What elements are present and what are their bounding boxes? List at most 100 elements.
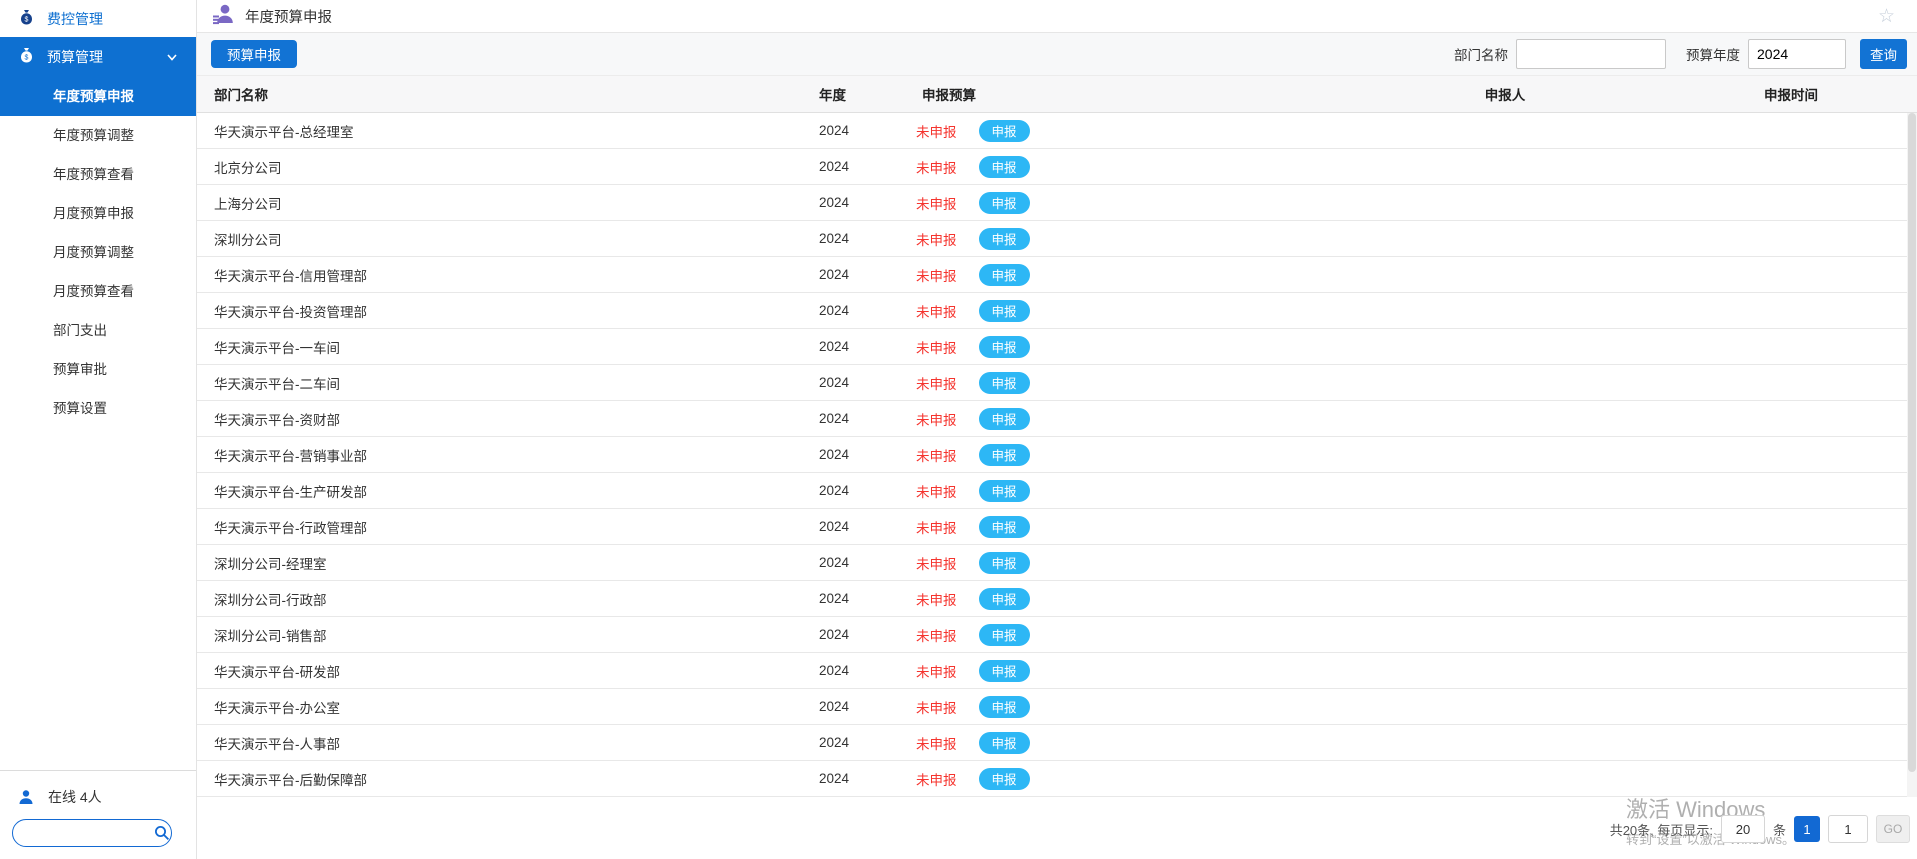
cell-year: 2024 bbox=[819, 699, 850, 714]
sidebar-submenu-item[interactable]: 月度预算调整 bbox=[0, 233, 196, 272]
online-count: 4人 bbox=[79, 789, 102, 805]
go-button[interactable]: GO bbox=[1876, 815, 1910, 843]
cell-dept-name: 华天演示平台-资财部 bbox=[214, 412, 340, 428]
declare-row-button[interactable]: 申报 bbox=[978, 155, 1030, 178]
declare-row-button[interactable]: 申报 bbox=[978, 371, 1030, 394]
scrollbar-thumb[interactable] bbox=[1908, 113, 1916, 772]
sidebar-submenu-item[interactable]: 年度预算调整 bbox=[0, 116, 196, 155]
cell-year: 2024 bbox=[819, 591, 850, 606]
cell-year: 2024 bbox=[819, 375, 850, 390]
sidebar-submenu-item[interactable]: 年度预算申报 bbox=[0, 77, 196, 116]
cell-budget-status: 未申报 申报 bbox=[905, 443, 1345, 466]
cell-budget-status: 未申报 申报 bbox=[905, 587, 1345, 610]
status-badge: 未申报 bbox=[916, 160, 957, 176]
cell-dept-name: 华天演示平台-投资管理部 bbox=[214, 304, 367, 320]
sidebar-submenu-item[interactable]: 部门支出 bbox=[0, 311, 196, 350]
status-badge: 未申报 bbox=[916, 484, 957, 500]
declare-row-button[interactable]: 申报 bbox=[978, 299, 1030, 322]
submenu-item-label: 月度预算申报 bbox=[53, 206, 134, 221]
magnifier-icon[interactable] bbox=[154, 825, 170, 846]
chevron-down-icon bbox=[166, 50, 178, 66]
cell-budget-status: 未申报 申报 bbox=[905, 695, 1345, 718]
sidebar-submenu-item[interactable]: 年度预算查看 bbox=[0, 155, 196, 194]
cell-dept-name: 深圳分公司-销售部 bbox=[214, 628, 327, 644]
cell-year: 2024 bbox=[819, 123, 850, 138]
cell-budget-status: 未申报 申报 bbox=[905, 407, 1345, 430]
budget-year-input[interactable] bbox=[1748, 39, 1846, 69]
cell-year: 2024 bbox=[819, 231, 850, 246]
cell-budget-status: 未申报 申报 bbox=[905, 623, 1345, 646]
declare-row-button[interactable]: 申报 bbox=[978, 263, 1030, 286]
submenu-item-label: 部门支出 bbox=[53, 323, 107, 338]
dept-name-label: 部门名称 bbox=[1454, 48, 1508, 63]
declare-row-button[interactable]: 申报 bbox=[978, 443, 1030, 466]
sidebar-submenu-item[interactable]: 月度预算查看 bbox=[0, 272, 196, 311]
sidebar-item-expense-control[interactable]: $ 费控管理 bbox=[0, 0, 196, 37]
declare-row-button[interactable]: 申报 bbox=[978, 659, 1030, 682]
declare-row-button[interactable]: 申报 bbox=[978, 767, 1030, 790]
submenu-item-label: 月度预算调整 bbox=[53, 245, 134, 260]
table-row: 华天演示平台-营销事业部 2024 未申报 申报 bbox=[197, 437, 1917, 473]
declare-row-button[interactable]: 申报 bbox=[978, 227, 1030, 250]
declare-row-button[interactable]: 申报 bbox=[978, 335, 1030, 358]
cell-dept-name: 深圳分公司-行政部 bbox=[214, 592, 327, 608]
declare-row-button[interactable]: 申报 bbox=[978, 479, 1030, 502]
table-row: 华天演示平台-人事部 2024 未申报 申报 bbox=[197, 725, 1917, 761]
sidebar: $ 费控管理 $ 预算管理 年度预算申报 年度预算调整 年度预算查看 月度预算申… bbox=[0, 0, 197, 859]
status-badge: 未申报 bbox=[916, 520, 957, 536]
table-row: 华天演示平台-研发部 2024 未申报 申报 bbox=[197, 653, 1917, 689]
cell-dept-name: 深圳分公司 bbox=[214, 232, 282, 248]
sidebar-submenu-item[interactable]: 预算审批 bbox=[0, 350, 196, 389]
submenu-item-label: 年度预算申报 bbox=[53, 89, 134, 104]
table-row: 华天演示平台-投资管理部 2024 未申报 申报 bbox=[197, 293, 1917, 329]
cell-budget-status: 未申报 申报 bbox=[905, 767, 1345, 790]
col-header-budget: 申报预算 bbox=[922, 88, 976, 103]
sidebar-group-budget-management[interactable]: $ 预算管理 bbox=[0, 37, 196, 77]
toolbar: 预算申报 部门名称 预算年度 查询 bbox=[197, 33, 1917, 76]
cell-year: 2024 bbox=[819, 663, 850, 678]
declare-row-button[interactable]: 申报 bbox=[978, 695, 1030, 718]
declare-row-button[interactable]: 申报 bbox=[978, 731, 1030, 754]
declare-row-button[interactable]: 申报 bbox=[978, 191, 1030, 214]
vertical-scrollbar[interactable] bbox=[1907, 113, 1917, 797]
sidebar-search-input[interactable] bbox=[12, 819, 172, 847]
cell-dept-name: 华天演示平台-一车间 bbox=[214, 340, 340, 356]
query-button[interactable]: 查询 bbox=[1860, 39, 1907, 69]
page-size-input[interactable] bbox=[1720, 815, 1765, 843]
sidebar-submenu-item[interactable]: 预算设置 bbox=[0, 389, 196, 428]
declare-row-button[interactable]: 申报 bbox=[978, 407, 1030, 430]
status-badge: 未申报 bbox=[916, 268, 957, 284]
submenu-item-label: 年度预算查看 bbox=[53, 167, 134, 182]
table-body: 华天演示平台-总经理室 2024 未申报 申报 北京分公司 2024 未申报 申… bbox=[197, 113, 1917, 797]
star-outline-icon[interactable]: ☆ bbox=[1878, 5, 1895, 28]
declare-row-button[interactable]: 申报 bbox=[978, 515, 1030, 538]
declare-budget-button[interactable]: 预算申报 bbox=[211, 40, 297, 68]
cell-budget-status: 未申报 申报 bbox=[905, 479, 1345, 502]
declare-row-button[interactable]: 申报 bbox=[978, 119, 1030, 142]
cell-dept-name: 华天演示平台-生产研发部 bbox=[214, 484, 367, 500]
table-row: 华天演示平台-办公室 2024 未申报 申报 bbox=[197, 689, 1917, 725]
col-header-time: 申报时间 bbox=[1764, 88, 1818, 103]
table-row: 华天演示平台-总经理室 2024 未申报 申报 bbox=[197, 113, 1917, 149]
page-number-button[interactable]: 1 bbox=[1794, 816, 1820, 842]
goto-page-input[interactable] bbox=[1828, 815, 1868, 843]
cell-budget-status: 未申报 申报 bbox=[905, 155, 1345, 178]
cell-year: 2024 bbox=[819, 627, 850, 642]
status-badge: 未申报 bbox=[916, 196, 957, 212]
status-badge: 未申报 bbox=[916, 448, 957, 464]
declare-row-button[interactable]: 申报 bbox=[978, 587, 1030, 610]
sidebar-submenu-item[interactable]: 月度预算申报 bbox=[0, 194, 196, 233]
declare-row-button[interactable]: 申报 bbox=[978, 551, 1030, 574]
declare-row-button[interactable]: 申报 bbox=[978, 623, 1030, 646]
cell-dept-name: 华天演示平台-总经理室 bbox=[214, 124, 354, 140]
sidebar-footer: 在线 4人 bbox=[0, 770, 196, 859]
budget-year-label: 预算年度 bbox=[1686, 48, 1740, 63]
dept-name-input[interactable] bbox=[1516, 39, 1666, 69]
table-row: 华天演示平台-后勤保障部 2024 未申报 申报 bbox=[197, 761, 1917, 797]
status-badge: 未申报 bbox=[916, 736, 957, 752]
col-header-dept: 部门名称 bbox=[214, 88, 268, 103]
table-row: 深圳分公司 2024 未申报 申报 bbox=[197, 221, 1917, 257]
pagination-unit-label: 条 bbox=[1772, 822, 1786, 838]
cell-year: 2024 bbox=[819, 771, 850, 786]
cell-year: 2024 bbox=[819, 483, 850, 498]
